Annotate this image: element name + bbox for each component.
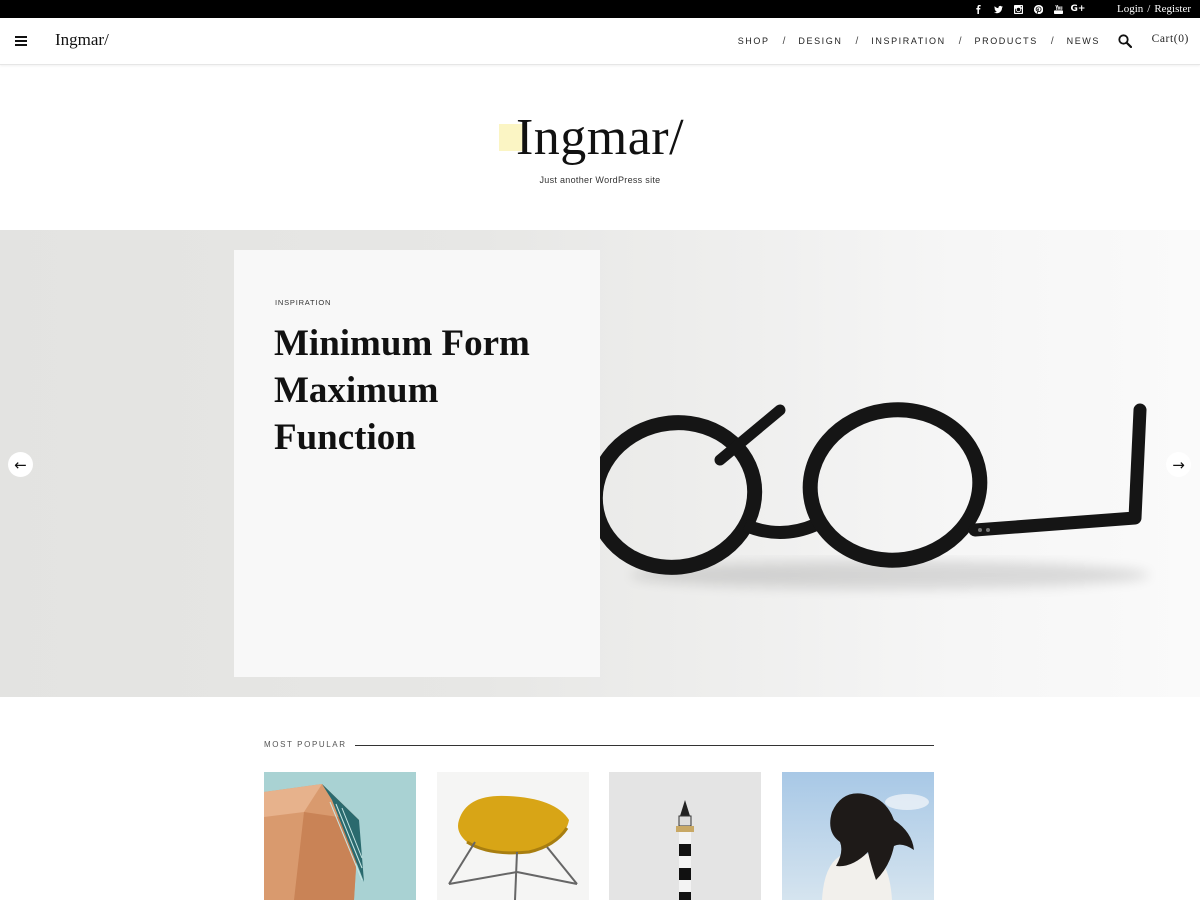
most-popular-header: MOST POPULAR [264, 739, 934, 751]
woman-hair-sky-image[interactable] [782, 772, 934, 900]
site-title[interactable]: Ingmar/ [0, 108, 1200, 168]
twitter-icon[interactable] [988, 0, 1008, 18]
prev-slide-button[interactable]: ← [8, 452, 33, 477]
nav-item-shop[interactable]: SHOP [738, 36, 770, 46]
arrow-left-icon: ← [14, 455, 27, 474]
auth-separator: / [1147, 3, 1151, 15]
nav-item-products[interactable]: PRODUCTS [975, 36, 1038, 46]
search-icon[interactable] [1118, 34, 1133, 49]
header-brand[interactable]: Ingmar/ [55, 30, 109, 50]
nav-separator: / [958, 35, 962, 47]
hero-category[interactable]: INSPIRATION [275, 298, 331, 307]
hero-title[interactable]: Minimum Form Maximum Function [274, 320, 584, 461]
divider [355, 745, 934, 746]
main-nav: SHOP / DESIGN / INSPIRATION / PRODUCTS /… [738, 18, 1100, 64]
login-link[interactable]: Login [1117, 3, 1143, 15]
instagram-icon[interactable] [1008, 0, 1028, 18]
youtube-icon[interactable] [1048, 0, 1068, 18]
nav-separator: / [855, 35, 859, 47]
lighthouse-tower-image[interactable] [609, 772, 761, 900]
nav-separator: / [1050, 35, 1054, 47]
yellow-stool-image[interactable] [437, 772, 589, 900]
site-tagline: Just another WordPress site [539, 175, 661, 185]
glasses-image [560, 402, 1150, 589]
arrow-right-icon: → [1172, 455, 1185, 474]
hero-slider: INSPIRATION Minimum Form Maximum Functio… [0, 230, 1200, 697]
next-slide-button[interactable]: → [1166, 452, 1191, 477]
hero-card: INSPIRATION Minimum Form Maximum Functio… [234, 250, 600, 677]
auth-links: Login / Register [1117, 0, 1191, 18]
nav-item-design[interactable]: DESIGN [798, 36, 842, 46]
cart-link[interactable]: Cart(0) [1152, 33, 1189, 45]
most-popular-label: MOST POPULAR [264, 740, 347, 749]
nav-item-news[interactable]: NEWS [1067, 36, 1100, 46]
social-links: G+ [968, 0, 1088, 18]
facebook-icon[interactable] [968, 0, 988, 18]
site-header: Ingmar/ SHOP / DESIGN / INSPIRATION / PR… [0, 18, 1200, 65]
nav-item-inspiration[interactable]: INSPIRATION [871, 36, 945, 46]
menu-icon[interactable] [15, 36, 27, 46]
pinterest-icon[interactable] [1028, 0, 1048, 18]
site-branding: Ingmar/ [0, 108, 1200, 168]
nav-separator: / [782, 35, 786, 47]
top-bar: G+ Login / Register [0, 0, 1200, 18]
most-popular-grid [264, 772, 934, 900]
register-link[interactable]: Register [1154, 3, 1191, 15]
google-plus-icon[interactable]: G+ [1068, 0, 1088, 18]
building-facade-image[interactable] [264, 772, 416, 900]
